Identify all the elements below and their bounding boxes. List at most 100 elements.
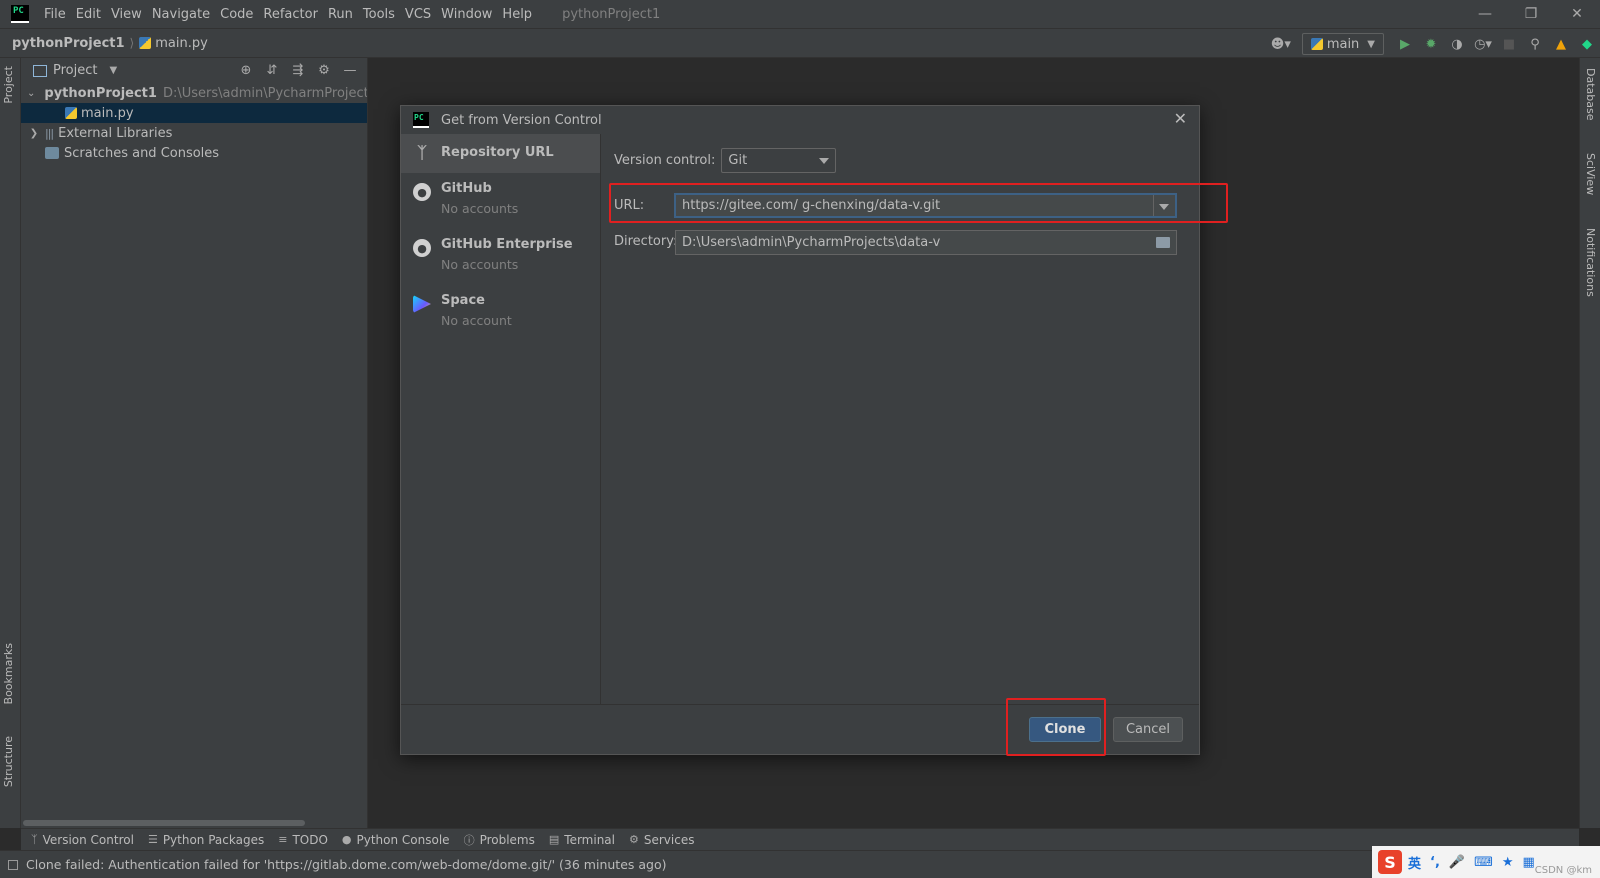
version-control-select[interactable]: Git (721, 148, 837, 173)
run-config-selector[interactable]: main ▼ (1301, 33, 1384, 55)
url-label: URL: (614, 198, 645, 213)
debug-icon[interactable]: ✹ (1418, 31, 1444, 57)
directory-input[interactable]: D:\Users\admin\PycharmProjects\data-v (675, 230, 1177, 255)
collapse-all-icon[interactable]: ⇶ (285, 63, 311, 78)
pycharm-logo-icon: PC (413, 112, 429, 128)
tree-item-label: main.py (81, 105, 134, 121)
account-icon[interactable]: ☻▾ (1268, 31, 1294, 57)
breadcrumb-file[interactable]: main.py (139, 36, 208, 51)
github-icon: ● (413, 239, 431, 257)
run-config-label: main (1326, 36, 1360, 52)
tree-item-project-root[interactable]: ⌄ pythonProject1 D:\Users\admin\PycharmP… (21, 83, 367, 103)
sidebar-item-label: GitHub (441, 181, 492, 196)
title-bar: PC File Edit View Navigate Code Refactor… (0, 0, 1600, 28)
tree-item-scratches[interactable]: Scratches and Consoles (21, 143, 367, 163)
locate-icon[interactable]: ⊕ (233, 63, 259, 78)
breadcrumb-separator-icon: ⟩ (129, 36, 135, 50)
chevron-down-icon[interactable]: ⌄ (27, 88, 35, 99)
ime-toolbar: S 英 ‘, 🎤 ⌨ ★ ▦ CSDN @km (1372, 846, 1600, 878)
menu-navigate[interactable]: Navigate (147, 7, 215, 22)
url-history-dropdown[interactable] (1153, 195, 1175, 216)
tree-item-label: External Libraries (58, 125, 173, 141)
status-message[interactable]: Clone failed: Authentication failed for … (26, 857, 667, 872)
horizontal-scrollbar[interactable] (23, 820, 305, 826)
menu-window[interactable]: Window (436, 7, 497, 22)
update-icon[interactable]: ▲ (1548, 31, 1574, 57)
minimize-icon[interactable]: — (1462, 0, 1508, 28)
sidebar-item-label: GitHub Enterprise (441, 237, 573, 252)
restore-icon[interactable]: ❐ (1508, 0, 1554, 28)
sidebar-item-sub: No accounts (441, 201, 519, 216)
chevron-down-icon (819, 158, 830, 164)
gear-icon[interactable]: ⚙ (311, 63, 337, 78)
menu-tools[interactable]: Tools (358, 7, 400, 22)
tree-item-label: pythonProject1 (44, 85, 157, 101)
dialog-footer: Clone Cancel (401, 704, 1199, 754)
hide-icon[interactable]: — (337, 63, 363, 78)
url-input[interactable]: https://gitee.com/ g-chenxing/data-v.git (674, 193, 1177, 218)
tree-item-external-libraries[interactable]: ❯ ||| External Libraries (21, 123, 367, 143)
tool-todo[interactable]: ≡ TODO (278, 833, 328, 847)
sidebar-item-space[interactable]: Space No account (401, 285, 600, 341)
tool-version-control[interactable]: ᛉ Version Control (31, 833, 134, 847)
tab-structure[interactable]: Structure (2, 736, 15, 787)
skin-icon[interactable]: ★ (1502, 855, 1514, 870)
chevron-down-icon: ▼ (1367, 38, 1375, 50)
sogou-logo-icon[interactable]: S (1378, 850, 1402, 874)
tab-sciview[interactable]: SciView (1584, 153, 1597, 195)
browse-folder-icon[interactable] (1156, 237, 1170, 248)
menu-vcs[interactable]: VCS (400, 7, 436, 22)
expand-all-icon[interactable]: ⇵ (259, 63, 285, 78)
breadcrumb-project[interactable]: pythonProject1 (12, 36, 125, 51)
toggle-tool-windows-icon[interactable] (8, 859, 18, 870)
pycharm-logo-icon: PC (11, 5, 29, 23)
search-icon[interactable]: ⚲ (1522, 31, 1548, 57)
ime-language[interactable]: 英 (1408, 853, 1421, 872)
menu-code[interactable]: Code (215, 7, 258, 22)
stop-icon[interactable]: ■ (1496, 31, 1522, 57)
tab-notifications[interactable]: Notifications (1584, 228, 1597, 297)
microphone-icon[interactable]: 🎤 (1449, 855, 1465, 870)
close-window-icon[interactable]: ✕ (1554, 0, 1600, 28)
punctuation-icon[interactable]: ‘, (1430, 855, 1440, 870)
menu-view[interactable]: View (106, 7, 147, 22)
close-icon[interactable]: ✕ (1174, 109, 1187, 128)
project-panel: Project ▼ ⊕ ⇵ ⇶ ⚙ — ⌄ pythonProject1 D:\… (21, 58, 368, 828)
tool-services[interactable]: ⚙ Services (629, 833, 694, 847)
layers-icon: ☰ (147, 833, 158, 846)
toolbox-icon[interactable]: ▦ (1523, 855, 1535, 870)
jetbrains-toolbox-icon[interactable]: ◆ (1574, 31, 1600, 57)
menu-file[interactable]: File (39, 7, 71, 22)
tab-bookmarks[interactable]: Bookmarks (2, 643, 15, 704)
sidebar-item-repository-url[interactable]: ᛉ Repository URL (401, 134, 600, 173)
tool-python-packages[interactable]: ☰ Python Packages (148, 833, 264, 847)
profile-icon[interactable]: ◷▾ (1470, 31, 1496, 57)
coverage-icon[interactable]: ◑ (1444, 31, 1470, 57)
project-panel-title[interactable]: Project (53, 63, 97, 78)
url-value: https://gitee.com/ g-chenxing/data-v.git (682, 198, 941, 213)
navigation-bar: pythonProject1 ⟩ main.py ☻▾ main ▼ ▶ ✹ ◑… (0, 28, 1600, 58)
menu-edit[interactable]: Edit (71, 7, 106, 22)
project-view-icon (33, 64, 47, 77)
tool-problems[interactable]: ⓘ Problems (464, 832, 535, 848)
chevron-down-icon[interactable]: ▼ (109, 65, 117, 76)
menu-help[interactable]: Help (497, 7, 537, 22)
cancel-button[interactable]: Cancel (1113, 717, 1183, 742)
window-title: pythonProject1 (562, 6, 661, 22)
sidebar-item-github[interactable]: ● GitHub No accounts (401, 173, 600, 229)
chevron-down-icon (1159, 204, 1169, 210)
watermark: CSDN @km (1534, 865, 1592, 876)
keyboard-icon[interactable]: ⌨ (1474, 855, 1493, 870)
clone-button[interactable]: Clone (1029, 717, 1101, 742)
menu-run[interactable]: Run (323, 7, 358, 22)
tool-python-console[interactable]: ● Python Console (342, 833, 450, 847)
tab-project[interactable]: Project (2, 66, 15, 104)
tab-database[interactable]: Database (1584, 68, 1597, 121)
chevron-right-icon[interactable]: ❯ (27, 128, 41, 139)
tree-item-main-py[interactable]: main.py (21, 103, 367, 123)
tool-terminal[interactable]: ▤ Terminal (549, 833, 615, 847)
run-icon[interactable]: ▶ (1392, 31, 1418, 57)
branch-icon: ᛉ (31, 833, 38, 846)
sidebar-item-github-enterprise[interactable]: ● GitHub Enterprise No accounts (401, 229, 600, 285)
menu-refactor[interactable]: Refactor (258, 7, 323, 22)
